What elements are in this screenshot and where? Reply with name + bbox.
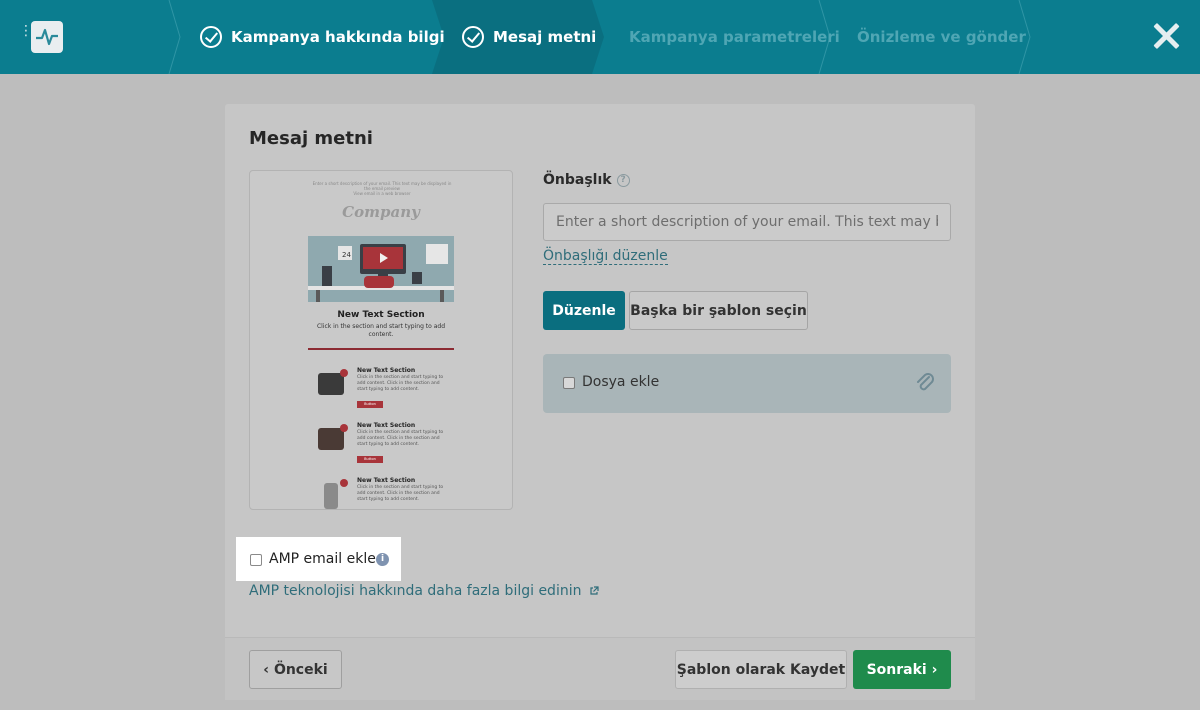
preview-hero-image: 24 [308, 236, 454, 302]
preview-item-text: Click in the section and start typing to… [357, 485, 444, 502]
preview-product-item: New Text Section Click in the section an… [312, 367, 472, 417]
check-circle-icon [200, 26, 222, 48]
amp-email-option: AMP email ekle i [236, 537, 401, 581]
step-preview-send[interactable]: Önizleme ve gönder [857, 0, 1026, 74]
amp-link-text: AMP teknolojisi hakkında daha fazla bilg… [249, 583, 582, 599]
preheader-label-row: Önbaşlık ? [543, 172, 630, 188]
preview-item-text: Click in the section and start typing to… [357, 430, 444, 447]
app-logo[interactable] [31, 21, 63, 53]
step-message-text[interactable]: Mesaj metni [462, 0, 596, 74]
sale-badge [340, 479, 348, 487]
preview-item-text: Click in the section and start typing to… [357, 375, 444, 392]
external-link-icon [590, 586, 599, 595]
step-campaign-params[interactable]: Kampanya parametreleri [629, 0, 840, 74]
preheader-input[interactable] [543, 203, 951, 241]
edit-button[interactable]: Düzenle [543, 291, 625, 330]
page-title: Mesaj metni [249, 128, 373, 149]
preview-divider [308, 348, 454, 350]
previous-button[interactable]: ‹ Önceki [249, 650, 342, 689]
preheader-label: Önbaşlık [543, 172, 612, 188]
next-button[interactable]: Sonraki › [853, 650, 951, 689]
close-icon[interactable] [1152, 22, 1180, 50]
preview-item-button: Button [357, 456, 383, 463]
hero-date: 24 [342, 251, 351, 259]
pulse-icon [36, 28, 58, 46]
paperclip-icon [917, 373, 934, 391]
help-icon[interactable]: ? [616, 173, 630, 187]
step-label: Mesaj metni [493, 28, 597, 46]
preview-view-online: View email in a web browser [353, 191, 411, 196]
preview-section-title: New Text Section [337, 310, 425, 320]
preview-preheader-text: Enter a short description of your email.… [312, 181, 452, 191]
preview-item-title: New Text Section [357, 477, 416, 484]
step-label: Kampanya hakkında bilgi [231, 28, 445, 46]
desk-illustration-icon: 24 [308, 236, 454, 302]
step-separator-icon [168, 0, 181, 74]
attach-file-checkbox[interactable] [563, 377, 575, 389]
previous-label: Önceki [273, 661, 328, 678]
step-label: Önizleme ve gönder [857, 28, 1026, 46]
amp-learn-more-link[interactable]: AMP teknolojisi hakkında daha fazla bilg… [249, 583, 599, 599]
preview-product-item: New Text Section Click in the section an… [312, 422, 472, 472]
step-label: Kampanya parametreleri [629, 28, 840, 46]
preview-product-item: New Text Section Click in the section an… [312, 477, 472, 509]
edit-preheader-link[interactable]: Önbaşlığı düzenle [543, 248, 668, 265]
save-as-template-button[interactable]: Şablon olarak Kaydet [675, 650, 847, 689]
sale-badge [340, 424, 348, 432]
preview-item-title: New Text Section [357, 367, 416, 374]
preview-company-logo: Company [342, 203, 420, 221]
top-bar: ⋮ Kampanya hakkında bilgi Mesaj metni Ka… [0, 0, 1200, 74]
chevron-left-icon: ‹ [263, 661, 274, 678]
step-campaign-info[interactable]: Kampanya hakkında bilgi [200, 0, 445, 74]
attach-file-panel: Dosya ekle [543, 354, 951, 413]
chevron-right-icon: › [926, 661, 938, 678]
preview-item-title: New Text Section [357, 422, 416, 429]
email-template-preview[interactable]: Enter a short description of your email.… [249, 170, 513, 510]
camera-icon [318, 373, 344, 395]
preview-preheader: Enter a short description of your email.… [310, 181, 454, 196]
laptop-icon [318, 428, 344, 450]
phone-icon [324, 483, 338, 509]
amp-email-checkbox[interactable] [250, 554, 262, 566]
choose-template-button[interactable]: Başka bir şablon seçin [629, 291, 808, 330]
message-card: Mesaj metni Enter a short description of… [225, 104, 975, 700]
attach-file-label: Dosya ekle [582, 374, 660, 390]
sale-badge [340, 369, 348, 377]
check-circle-icon [462, 26, 484, 48]
amp-email-label: AMP email ekle [269, 551, 376, 567]
info-icon[interactable]: i [376, 553, 389, 566]
preview-item-button: Button [357, 401, 383, 408]
preview-section-text: Click in the section and start typing to… [316, 323, 446, 338]
next-label: Sonraki [866, 661, 927, 678]
